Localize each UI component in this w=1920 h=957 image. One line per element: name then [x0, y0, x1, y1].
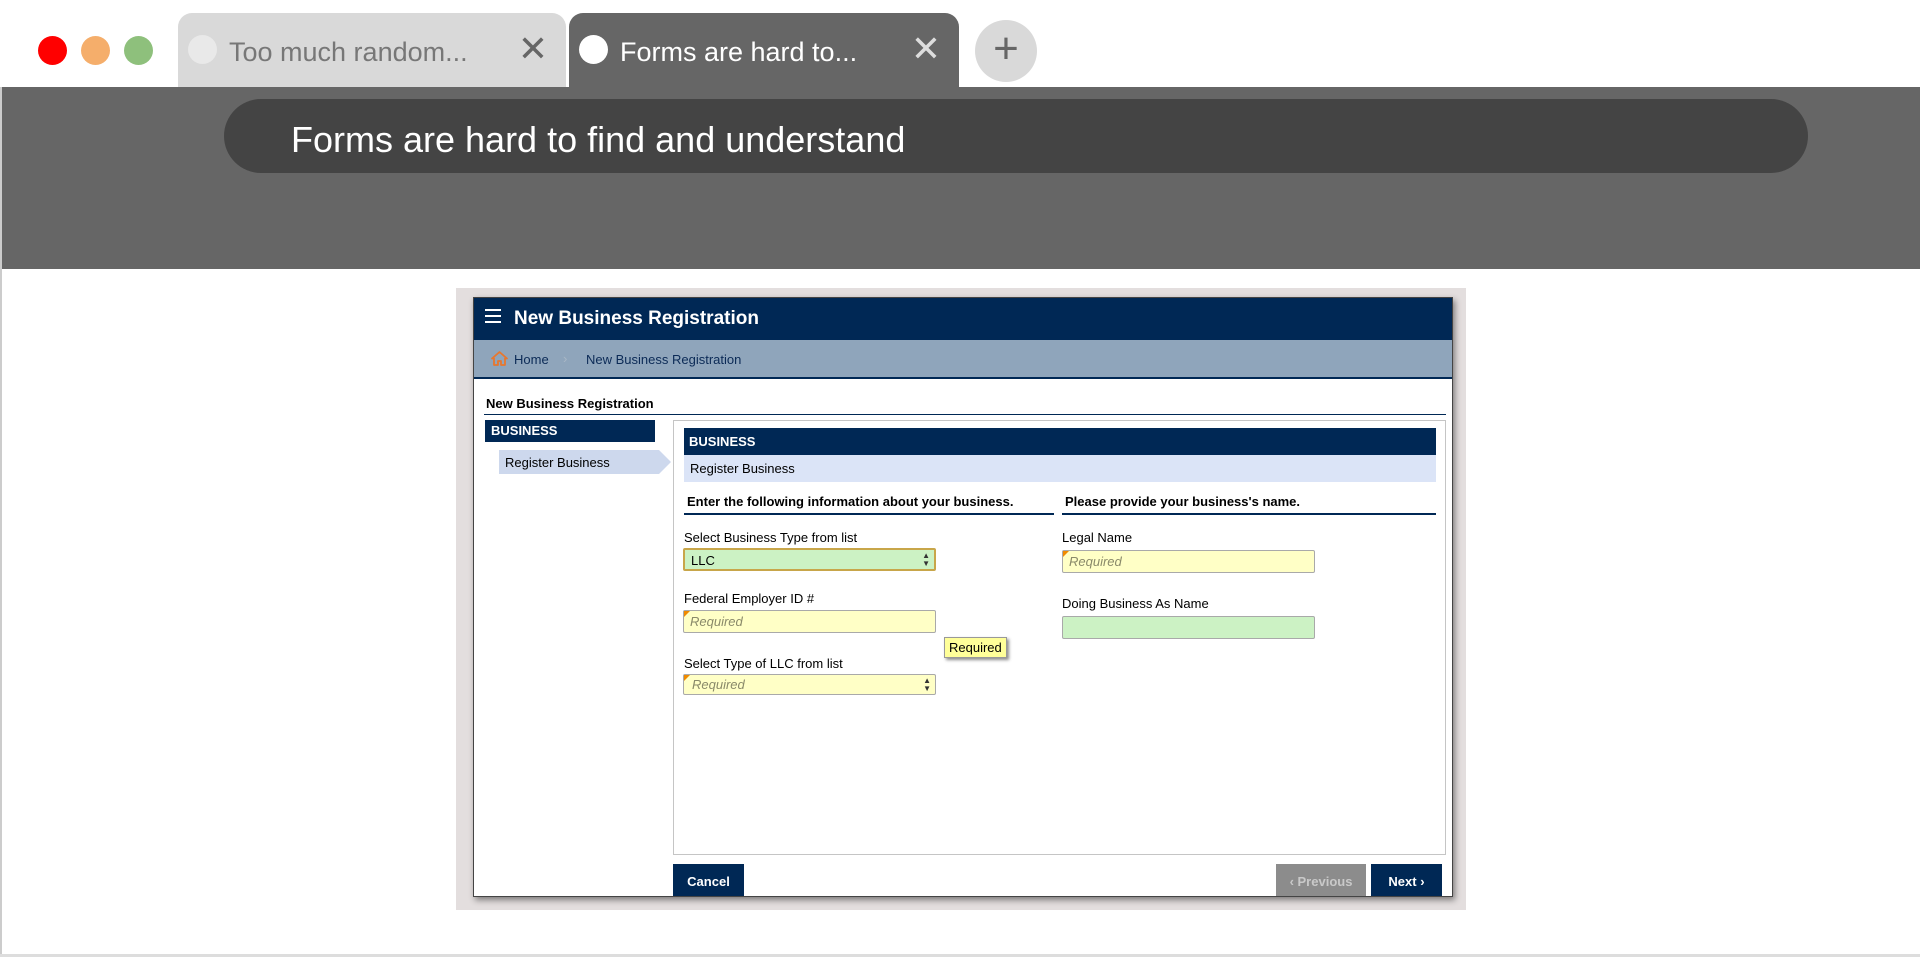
legal-name-field[interactable]: Required	[1062, 550, 1315, 573]
browser-tab[interactable]: Too much random... ✕	[178, 13, 566, 87]
previous-button[interactable]: ‹ Previous	[1276, 864, 1366, 896]
chevron-left-icon: ‹	[1289, 874, 1298, 889]
legal-name-label: Legal Name	[1062, 530, 1133, 545]
required-marker-icon	[684, 611, 690, 617]
required-marker-icon	[1063, 551, 1069, 557]
llc-type-placeholder: Required	[692, 677, 745, 692]
next-button[interactable]: Next ›	[1371, 864, 1442, 896]
sidebar-item-register-business[interactable]: Register Business	[499, 450, 671, 474]
chevron-right-icon: ›	[1416, 874, 1425, 889]
browser-toolbar: Forms are hard to find and understand	[2, 87, 1920, 269]
required-tooltip: Required	[944, 637, 1007, 658]
window-minimize-button[interactable]	[81, 36, 110, 65]
sidebar-section-business: BUSINESS	[485, 420, 655, 442]
cancel-button[interactable]: Cancel	[673, 864, 744, 896]
previous-label: Previous	[1297, 874, 1353, 889]
browser-tab-active[interactable]: Forms are hard to... ✕	[569, 13, 959, 87]
tab-title: Too much random...	[229, 37, 468, 67]
new-tab-button[interactable]: +	[975, 20, 1037, 82]
window-close-button[interactable]	[38, 36, 67, 65]
form-section-title: BUSINESS	[684, 428, 1436, 455]
llc-type-label: Select Type of LLC from list	[684, 656, 843, 671]
right-column-heading: Please provide your business's name.	[1062, 494, 1436, 515]
select-arrows-icon: ▲ ▼	[923, 676, 931, 693]
fein-field[interactable]: Required	[683, 610, 936, 633]
registration-app: New Business Registration Home › New Bus…	[473, 297, 1453, 897]
screenshot-frame: New Business Registration Home › New Bus…	[456, 288, 1466, 910]
home-icon[interactable]	[491, 351, 508, 366]
close-tab-icon[interactable]: ✕	[911, 31, 941, 67]
tab-title: Forms are hard to...	[620, 37, 858, 67]
fein-label: Federal Employer ID #	[684, 591, 815, 606]
select-arrows-icon: ▲ ▼	[922, 551, 930, 568]
business-type-value: LLC	[691, 553, 715, 568]
app-header: New Business Registration	[474, 298, 1452, 340]
left-column-heading: Enter the following information about yo…	[684, 494, 1054, 515]
llc-type-select[interactable]: Required ▲ ▼	[683, 674, 936, 695]
window-border	[0, 87, 2, 957]
tab-favicon-icon	[188, 35, 217, 64]
hamburger-menu-icon[interactable]	[485, 309, 501, 323]
fein-placeholder: Required	[690, 614, 743, 629]
sidebar-item-label: Register Business	[499, 450, 659, 474]
required-marker-icon	[684, 675, 690, 681]
business-type-select[interactable]: LLC ▲ ▼	[683, 548, 936, 571]
window-maximize-button[interactable]	[124, 36, 153, 65]
breadcrumb-separator: ›	[563, 351, 568, 366]
address-text: Forms are hard to find and understand	[291, 119, 906, 160]
breadcrumb: Home › New Business Registration	[474, 340, 1452, 379]
active-step-arrow-icon	[659, 450, 671, 474]
dba-name-field[interactable]	[1062, 616, 1315, 639]
form-panel: BUSINESS Register Business Enter the fol…	[673, 420, 1446, 855]
page-title: New Business Registration	[486, 396, 654, 411]
tab-favicon-icon	[579, 35, 608, 64]
legal-name-placeholder: Required	[1069, 554, 1122, 569]
address-bar[interactable]: Forms are hard to find and understand	[224, 99, 1808, 173]
browser-tab-strip: Too much random... ✕ Forms are hard to..…	[0, 0, 1920, 87]
next-label: Next	[1388, 874, 1417, 889]
app-title: New Business Registration	[514, 308, 759, 329]
business-type-label: Select Business Type from list	[684, 530, 858, 545]
form-section-subtitle: Register Business	[684, 455, 1436, 482]
breadcrumb-home-link[interactable]: Home	[514, 352, 549, 367]
breadcrumb-current: New Business Registration	[586, 352, 742, 367]
close-tab-icon[interactable]: ✕	[518, 31, 548, 67]
dba-name-label: Doing Business As Name	[1062, 596, 1209, 611]
divider	[484, 414, 1446, 415]
